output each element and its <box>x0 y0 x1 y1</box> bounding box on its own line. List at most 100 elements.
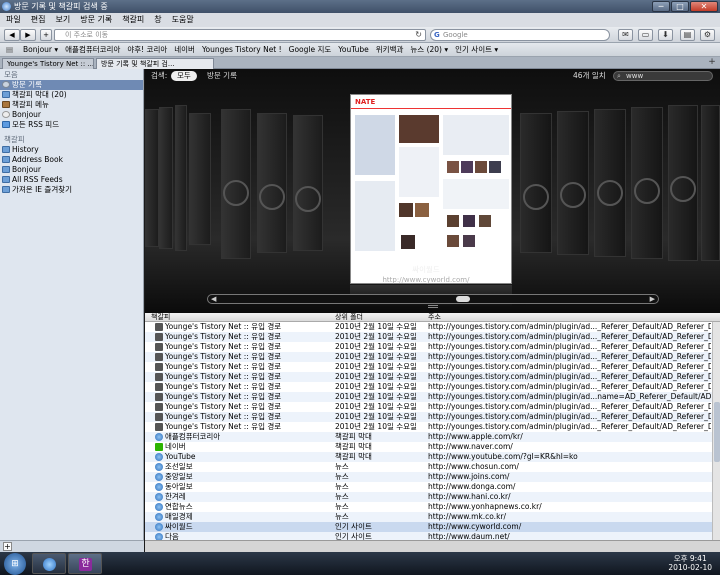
bookmark-popular-folder[interactable]: 인기 사이트 ▾ <box>455 43 498 56</box>
bookmark-wikipedia[interactable]: 위키백과 <box>376 43 404 56</box>
table-row[interactable]: Younge's Tistory Net :: 유입 경로 2010년 2월 10… <box>145 392 720 402</box>
bookmark-younges-tistory[interactable]: Younges Tistory Net ! <box>202 43 282 56</box>
bookmark-apple-korea[interactable]: 애플컴퓨터코리아 <box>65 43 120 56</box>
table-row[interactable]: Younge's Tistory Net :: 유입 경로 2010년 2월 10… <box>145 352 720 362</box>
sidebar-item-history[interactable]: 방문 기록 <box>0 80 143 90</box>
cover-thumbnail[interactable] <box>594 109 626 257</box>
cover-thumbnail[interactable] <box>257 113 287 253</box>
reload-icon[interactable]: ↻ <box>415 30 422 40</box>
sidebar-item-ie-favorites[interactable]: 가져온 IE 즐겨찾기 <box>0 185 143 195</box>
cover-thumbnail[interactable] <box>701 105 720 261</box>
page-menu-icon[interactable]: ▤ <box>680 29 695 41</box>
menu-help[interactable]: 도움말 <box>172 13 194 27</box>
bookmark-bonjour[interactable]: Bonjour ▾ <box>23 43 58 56</box>
forward-button[interactable]: ▶ <box>20 29 36 41</box>
table-row[interactable]: YouTube 책갈피 막대 http://www.youtube.com/?gl=… <box>145 452 720 462</box>
address-bar[interactable]: 이 주소로 이동 ↻ <box>54 29 426 41</box>
bookmark-youtube[interactable]: YouTube <box>338 43 369 56</box>
selected-page-preview[interactable]: NATE <box>350 94 512 284</box>
table-row[interactable]: Younge's Tistory Net :: 유입 경로 2010년 2월 10… <box>145 332 720 342</box>
table-row[interactable]: 애플컴퓨터코리아 책갈피 막대 http://www.apple.com/kr/ <box>145 432 720 442</box>
mail-icon[interactable]: ✉ <box>618 29 633 41</box>
bookmark-news-folder[interactable]: 뉴스 (20) ▾ <box>410 43 448 56</box>
taskbar-app-safari[interactable] <box>32 553 66 574</box>
bookmark-yahoo-korea[interactable]: 야후! 코리아 <box>127 43 167 56</box>
close-button[interactable]: ✕ <box>690 1 718 12</box>
table-row[interactable]: 네이버 책갈피 막대 http://www.naver.com/ <box>145 442 720 452</box>
sidebar-item-bonjour-folder[interactable]: Bonjour <box>0 165 143 175</box>
tab-tistory[interactable]: Younge's Tistory Net :: ... <box>2 58 94 69</box>
list-scrollbar[interactable] <box>712 322 720 540</box>
table-row[interactable]: 연합뉴스 뉴스 http://www.yonhapnews.co.kr/ <box>145 502 720 512</box>
menu-view[interactable]: 보기 <box>55 13 70 27</box>
add-folder-button[interactable]: + <box>3 542 12 551</box>
taskbar-app-hangul[interactable]: 한 <box>68 553 102 574</box>
download-icon[interactable]: ⬇ <box>658 29 673 41</box>
gear-icon[interactable]: ⚙ <box>700 29 715 41</box>
menu-history[interactable]: 방문 기록 <box>80 13 112 27</box>
column-header-folder[interactable]: 상위 폴더 <box>335 313 363 322</box>
menu-file[interactable]: 파일 <box>6 13 21 27</box>
column-header-address[interactable]: 주소 <box>428 313 441 322</box>
sidebar-item-history-folder[interactable]: History <box>0 145 143 155</box>
cover-thumbnail[interactable] <box>520 113 552 253</box>
table-row[interactable]: Younge's Tistory Net :: 유입 경로 2010년 2월 10… <box>145 382 720 392</box>
back-button[interactable]: ◀ <box>4 29 20 41</box>
table-row[interactable]: Younge's Tistory Net :: 유입 경로 2010년 2월 10… <box>145 412 720 422</box>
sidebar-item-address-book[interactable]: Address Book <box>0 155 143 165</box>
table-row[interactable]: 중앙일보 뉴스 http://www.joins.com/ <box>145 472 720 482</box>
bookmarks-book-icon[interactable]: ▤ <box>6 43 16 56</box>
bookmark-icon[interactable]: ▭ <box>638 29 653 41</box>
maximize-button[interactable]: □ <box>671 1 689 12</box>
search-input[interactable]: G Google <box>430 29 610 41</box>
table-row[interactable]: 싸이월드 인기 사이트 http://www.cyworld.com/ <box>145 522 720 532</box>
cover-thumbnail[interactable] <box>668 105 698 261</box>
table-row[interactable]: Younge's Tistory Net :: 유입 경로 2010년 2월 10… <box>145 342 720 352</box>
filter-history-button[interactable]: 방문 기록 <box>201 71 243 81</box>
table-row[interactable]: 다음 인기 사이트 http://www.daum.net/ <box>145 532 720 540</box>
cover-thumbnail[interactable] <box>557 111 589 255</box>
column-header-name[interactable]: 책갈피 <box>151 313 170 322</box>
minimize-button[interactable]: ─ <box>652 1 670 12</box>
cover-thumbnail[interactable] <box>145 109 159 247</box>
splitter-grip[interactable] <box>428 305 438 308</box>
bookmark-google-maps[interactable]: Google 지도 <box>289 43 332 56</box>
sidebar-item-bonjour[interactable]: Bonjour <box>0 110 143 120</box>
cover-thumbnail[interactable] <box>631 107 663 259</box>
cover-thumbnail[interactable] <box>221 109 251 259</box>
cover-thumbnail[interactable] <box>159 107 173 249</box>
sidebar-item-bookmarks-bar[interactable]: 책갈피 막대 (20) <box>0 90 143 100</box>
cover-thumbnail[interactable] <box>293 115 323 251</box>
start-button[interactable]: ⊞ <box>4 553 26 575</box>
new-tab-icon[interactable]: + <box>707 58 717 68</box>
history-search-input[interactable]: ⌕ www <box>613 71 713 81</box>
table-row[interactable]: 조선일보 뉴스 http://www.chosun.com/ <box>145 462 720 472</box>
cover-flow-scrollbar[interactable]: ◀ ▶ <box>207 294 659 304</box>
table-row[interactable]: Younge's Tistory Net :: 유입 경로 2010년 2월 10… <box>145 362 720 372</box>
sidebar-item-rss[interactable]: 모든 RSS 피드 <box>0 120 143 130</box>
menu-bookmarks[interactable]: 책갈피 <box>122 13 144 27</box>
cover-thumbnail[interactable] <box>189 113 211 245</box>
menu-window[interactable]: 창 <box>154 13 161 27</box>
table-row[interactable]: Younge's Tistory Net :: 유입 경로 2010년 2월 10… <box>145 322 720 332</box>
table-row[interactable]: 동아일보 뉴스 http://www.donga.com/ <box>145 482 720 492</box>
table-row[interactable]: 한겨레 뉴스 http://www.hani.co.kr/ <box>145 492 720 502</box>
table-row[interactable]: 매일경제 뉴스 http://www.mk.co.kr/ <box>145 512 720 522</box>
filter-all-button[interactable]: 모두 <box>171 71 197 81</box>
scroll-left-icon[interactable]: ◀ <box>211 295 216 303</box>
bookmark-naver[interactable]: 네이버 <box>174 43 195 56</box>
table-row[interactable]: Younge's Tistory Net :: 유입 경로 2010년 2월 10… <box>145 422 720 432</box>
table-row[interactable]: Younge's Tistory Net :: 유입 경로 2010년 2월 10… <box>145 372 720 382</box>
sidebar-item-all-rss[interactable]: All RSS Feeds <box>0 175 143 185</box>
table-row[interactable]: Younge's Tistory Net :: 유입 경로 2010년 2월 10… <box>145 402 720 412</box>
tab-history-search[interactable]: 방문 기록 및 책갈피 검... <box>96 58 214 69</box>
system-clock[interactable]: 오후 9:41 2010-02-10 <box>668 554 712 572</box>
menu-edit[interactable]: 편집 <box>31 13 46 27</box>
list-scroll-thumb[interactable] <box>714 402 720 462</box>
scroll-right-icon[interactable]: ▶ <box>650 295 655 303</box>
sidebar-item-bookmarks-menu[interactable]: 책갈피 메뉴 <box>0 100 143 110</box>
cover-thumbnail[interactable] <box>175 105 187 251</box>
add-bookmark-button[interactable]: + <box>40 29 52 41</box>
cover-flow-scroll-thumb[interactable] <box>456 296 470 302</box>
window-title-bar[interactable]: 방문 기록 및 책갈피 검색 중 ─ □ ✕ <box>0 0 720 13</box>
